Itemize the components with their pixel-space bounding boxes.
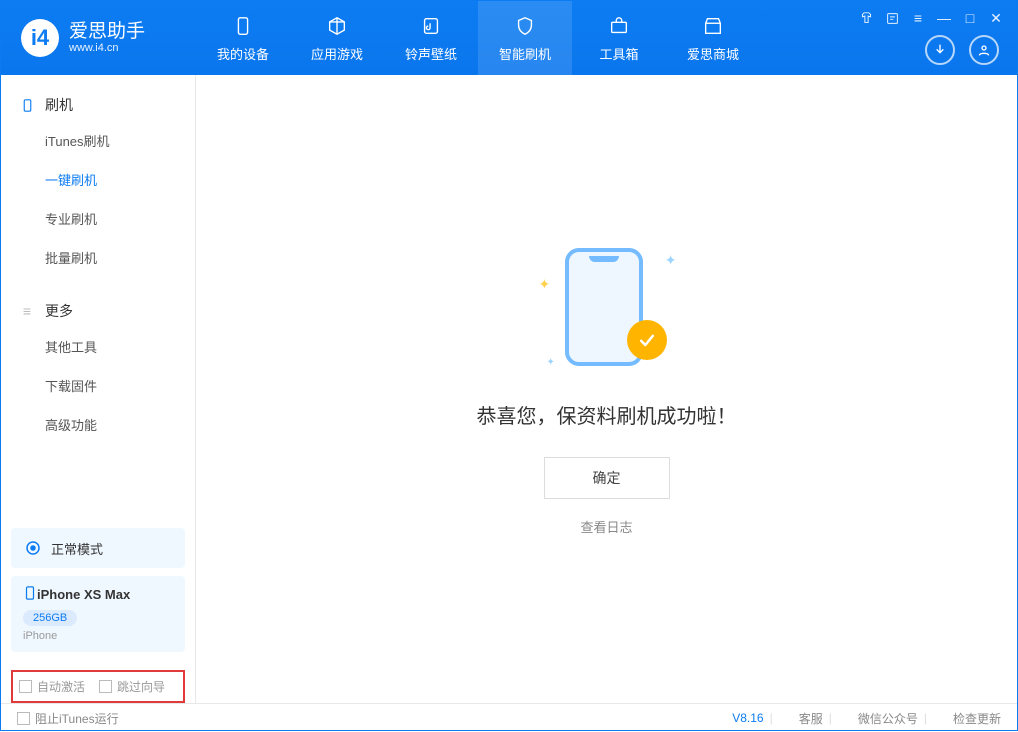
music-icon — [419, 14, 443, 38]
device-type: iPhone — [23, 630, 173, 642]
maximize-button[interactable]: □ — [961, 9, 979, 27]
checkbox-icon — [99, 680, 112, 693]
tab-toolbox[interactable]: 工具箱 — [572, 1, 666, 75]
logo-icon: i4 — [21, 19, 59, 57]
list-icon: ≡ — [19, 303, 35, 319]
section-title: 更多 — [45, 301, 73, 321]
tab-smart-flash[interactable]: 智能刷机 — [478, 1, 572, 75]
header: i4 爱思助手 www.i4.cn 我的设备 应用游戏 铃声壁纸 智能刷机 工具… — [1, 1, 1017, 75]
logo-text: 爱思助手 www.i4.cn — [69, 22, 145, 55]
tab-label: 铃声壁纸 — [405, 44, 457, 63]
user-button[interactable] — [969, 35, 999, 65]
sidebar-item-pro-flash[interactable]: 专业刷机 — [1, 199, 195, 238]
ok-button[interactable]: 确定 — [544, 457, 670, 499]
check-badge-icon — [627, 320, 667, 360]
checkbox-label: 跳过向导 — [117, 678, 165, 695]
tab-label: 爱思商城 — [687, 44, 739, 63]
logo-title: 爱思助手 — [69, 22, 145, 43]
tab-store[interactable]: 爱思商城 — [666, 1, 760, 75]
device-icon — [23, 586, 37, 603]
footer-link-wechat[interactable]: 微信公众号 — [858, 710, 918, 727]
body: 刷机 iTunes刷机 一键刷机 专业刷机 批量刷机 ≡ 更多 其他工具 下载固… — [1, 75, 1017, 703]
skin-icon[interactable] — [857, 9, 875, 27]
logo-area: i4 爱思助手 www.i4.cn — [1, 19, 196, 57]
shield-icon — [513, 14, 537, 38]
sidebar-item-itunes-flash[interactable]: iTunes刷机 — [1, 121, 195, 160]
tab-label: 我的设备 — [217, 44, 269, 63]
tab-label: 工具箱 — [599, 44, 638, 63]
mode-icon — [23, 538, 43, 558]
sidebar-section-flash: 刷机 iTunes刷机 一键刷机 专业刷机 批量刷机 — [1, 75, 195, 281]
mode-label: 正常模式 — [51, 539, 103, 558]
checkbox-icon — [17, 712, 30, 725]
version-label: V8.16 — [732, 711, 763, 725]
sidebar-header-flash: 刷机 — [1, 89, 195, 121]
success-message: 恭喜您，保资料刷机成功啦！ — [477, 400, 737, 429]
sidebar: 刷机 iTunes刷机 一键刷机 专业刷机 批量刷机 ≡ 更多 其他工具 下载固… — [1, 75, 196, 703]
main-content: ✦ ✦ ✦ 恭喜您，保资料刷机成功啦！ 确定 查看日志 — [196, 75, 1017, 703]
sparkle-icon: ✦ — [539, 276, 551, 293]
tab-ringtone-wallpaper[interactable]: 铃声壁纸 — [384, 1, 478, 75]
sparkle-icon: ✦ — [547, 357, 555, 368]
close-button[interactable]: ✕ — [987, 9, 1005, 27]
store-icon — [701, 14, 725, 38]
section-title: 刷机 — [45, 95, 73, 115]
cube-icon — [325, 14, 349, 38]
sidebar-item-batch-flash[interactable]: 批量刷机 — [1, 238, 195, 277]
download-button[interactable] — [925, 35, 955, 65]
sparkle-icon: ✦ — [665, 252, 677, 269]
checkbox-label: 阻止iTunes运行 — [35, 710, 119, 727]
sidebar-item-download-firmware[interactable]: 下载固件 — [1, 366, 195, 405]
toolbox-icon — [607, 14, 631, 38]
checkbox-skip-guide[interactable]: 跳过向导 — [99, 678, 165, 695]
checkbox-block-itunes[interactable]: 阻止iTunes运行 — [17, 710, 119, 727]
tab-label: 应用游戏 — [311, 44, 363, 63]
header-circle-buttons — [925, 35, 999, 65]
menu-icon[interactable]: ≡ — [909, 9, 927, 27]
footer-link-service[interactable]: 客服 — [799, 710, 823, 727]
feedback-icon[interactable] — [883, 9, 901, 27]
checkbox-label: 自动激活 — [37, 678, 85, 695]
logo-subtitle: www.i4.cn — [69, 42, 145, 54]
tab-my-device[interactable]: 我的设备 — [196, 1, 290, 75]
checkbox-auto-activate[interactable]: 自动激活 — [19, 678, 85, 695]
sidebar-item-onekey-flash[interactable]: 一键刷机 — [1, 160, 195, 199]
sidebar-section-more: ≡ 更多 其他工具 下载固件 高级功能 — [1, 281, 195, 448]
window-controls: ≡ — □ ✕ — [857, 9, 1005, 27]
view-log-link[interactable]: 查看日志 — [580, 517, 632, 536]
phone-icon — [19, 99, 35, 112]
storage-badge: 256GB — [23, 610, 77, 626]
minimize-button[interactable]: — — [935, 9, 953, 27]
footer: 阻止iTunes运行 V8.16 | 客服 | 微信公众号 | 检查更新 — [1, 703, 1017, 732]
device-icon — [231, 14, 255, 38]
tab-label: 智能刷机 — [499, 44, 551, 63]
checkbox-icon — [19, 680, 32, 693]
device-name: iPhone XS Max — [37, 587, 130, 602]
success-illustration: ✦ ✦ ✦ — [537, 242, 677, 372]
footer-link-update[interactable]: 检查更新 — [953, 710, 1001, 727]
sidebar-header-more: ≡ 更多 — [1, 295, 195, 327]
tab-apps-games[interactable]: 应用游戏 — [290, 1, 384, 75]
sidebar-item-other-tools[interactable]: 其他工具 — [1, 327, 195, 366]
highlighted-checkbox-row: 自动激活 跳过向导 — [11, 670, 185, 703]
sidebar-item-advanced[interactable]: 高级功能 — [1, 405, 195, 444]
nav-tabs: 我的设备 应用游戏 铃声壁纸 智能刷机 工具箱 爱思商城 — [196, 1, 760, 75]
mode-card[interactable]: 正常模式 — [11, 528, 185, 568]
device-card[interactable]: iPhone XS Max 256GB iPhone — [11, 576, 185, 652]
